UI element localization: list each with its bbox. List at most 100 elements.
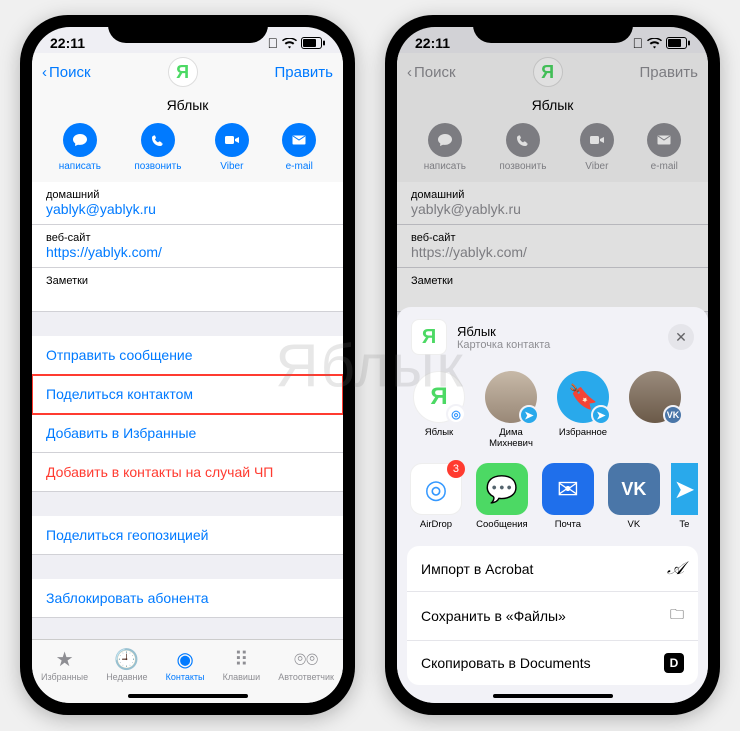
home-indicator[interactable] [128, 694, 248, 698]
share-app-messages[interactable]: 💬 Сообщения [473, 463, 531, 530]
video-icon [224, 132, 240, 148]
action-call: позвонить [499, 123, 546, 172]
avatar-initial: Я ◎ [413, 371, 465, 423]
contact-actions-row: написать позвонить Viber e-mail [397, 119, 708, 182]
battery-icon [301, 37, 325, 49]
wifi-icon [282, 38, 297, 49]
tab-favorites[interactable]: ★Избранные [41, 650, 88, 682]
signal-icon: 􀙇 [633, 35, 644, 51]
field-notes[interactable]: Заметки [32, 268, 343, 312]
share-person[interactable]: Я ◎ Яблык [407, 371, 471, 449]
notes-label: Заметки [46, 275, 329, 287]
messages-icon: 💬 [476, 463, 528, 515]
screen-right: 22:11 􀙇 ‹ Поиск Я Править Яблык написать… [397, 27, 708, 703]
signal-icon: 􀙇 [268, 35, 279, 51]
status-time: 22:11 [415, 35, 450, 51]
row-share-contact[interactable]: Поделиться контактом [32, 375, 343, 414]
field-email: домашний yablyk@yablyk.ru [397, 182, 708, 225]
row-block-caller[interactable]: Заблокировать абонента [32, 579, 343, 618]
field-website: веб-сайт https://yablyk.com/ [397, 225, 708, 268]
edit-button[interactable]: Править [274, 64, 333, 81]
voicemail-icon: ⌾⌾ [294, 650, 318, 670]
action-video: Viber [580, 123, 614, 172]
field-website[interactable]: веб-сайт https://yablyk.com/ [32, 225, 343, 268]
folder-icon: 🗀 [670, 604, 684, 628]
action-video[interactable]: Viber [215, 123, 249, 172]
row-share-location[interactable]: Поделиться геопозицией [32, 516, 343, 555]
share-people-row[interactable]: Я ◎ Яблык ➤ Дима Михневич 🔖 ➤ Избранное [397, 367, 708, 459]
action-call[interactable]: позвонить [134, 123, 181, 172]
action-save-files[interactable]: Сохранить в «Файлы» 🗀 [407, 592, 698, 641]
sheet-title: Яблык [457, 324, 550, 339]
nav-bar: ‹ Поиск Я Править [397, 53, 708, 93]
status-indicators: 􀙇 [268, 35, 326, 51]
sheet-actions-list: Импорт в Acrobat 𝒜 Сохранить в «Файлы» 🗀… [407, 546, 698, 685]
back-label: Поиск [414, 64, 456, 81]
airdrop-icon: ◎3 [410, 463, 462, 515]
avatar-photo: ➤ [485, 371, 537, 423]
mail-app-icon: ✉ [542, 463, 594, 515]
message-icon [72, 132, 88, 148]
row-add-favorites[interactable]: Добавить в Избранные [32, 414, 343, 453]
chevron-left-icon: ‹ [407, 64, 412, 81]
contact-name: Яблык [397, 93, 708, 119]
row-send-message[interactable]: Отправить сообщение [32, 336, 343, 375]
star-icon: ★ [56, 650, 74, 670]
telegram-badge-icon: ➤ [519, 405, 539, 425]
phone-left: 22:11 􀙇 ‹ Поиск Я Править Яблык написать… [20, 15, 355, 715]
telegram-icon: ➤ [671, 463, 698, 515]
field-label: веб-сайт [46, 232, 329, 244]
field-label: домашний [46, 189, 329, 201]
tab-keypad[interactable]: ⠿Клавиши [223, 650, 261, 682]
field-value: yablyk@yablyk.ru [46, 201, 329, 217]
nav-bar: ‹ Поиск Я Править [32, 53, 343, 93]
sheet-thumb-icon: Я [411, 319, 447, 355]
phone-icon [150, 132, 166, 148]
keypad-icon: ⠿ [234, 650, 249, 670]
sheet-header: Я Яблык Карточка контакта ✕ [397, 307, 708, 367]
back-button[interactable]: ‹ Поиск [42, 64, 91, 81]
share-apps-row[interactable]: ◎3 AirDrop 💬 Сообщения ✉ Почта VK VK ➤ [397, 459, 708, 540]
edit-button[interactable]: Править [639, 64, 698, 81]
notch [108, 15, 268, 43]
share-person[interactable]: 🔖 ➤ Избранное [551, 371, 615, 449]
share-app-partial[interactable]: ➤ Te [671, 463, 698, 530]
action-message[interactable]: написать [59, 123, 101, 172]
badge-count: 3 [447, 460, 465, 478]
battery-icon [666, 37, 690, 49]
action-copy-documents[interactable]: Скопировать в Documents D [407, 641, 698, 685]
vk-badge-icon: VK [663, 405, 683, 425]
row-add-emergency[interactable]: Добавить в контакты на случай ЧП [32, 453, 343, 492]
back-button[interactable]: ‹ Поиск [407, 64, 456, 81]
acrobat-icon: 𝒜 [667, 558, 684, 579]
tab-recents[interactable]: 🕘Недавние [106, 650, 147, 682]
share-person[interactable]: VK [623, 371, 687, 449]
telegram-badge-icon: ➤ [591, 405, 611, 425]
avatar-telegram-saved: 🔖 ➤ [557, 371, 609, 423]
close-button[interactable]: ✕ [668, 324, 694, 350]
home-indicator[interactable] [493, 694, 613, 698]
share-app-vk[interactable]: VK VK [605, 463, 663, 530]
sheet-subtitle: Карточка контакта [457, 339, 550, 351]
tab-voicemail[interactable]: ⌾⌾Автоответчик [278, 650, 334, 682]
wifi-icon [647, 38, 662, 49]
share-sheet: Я Яблык Карточка контакта ✕ Я ◎ Яблык ➤ [397, 307, 708, 703]
close-icon: ✕ [675, 329, 687, 346]
mail-icon [291, 132, 307, 148]
share-app-airdrop[interactable]: ◎3 AirDrop [407, 463, 465, 530]
action-import-acrobat[interactable]: Импорт в Acrobat 𝒜 [407, 546, 698, 592]
share-person[interactable]: ➤ Дима Михневич [479, 371, 543, 449]
documents-icon: D [664, 653, 684, 673]
status-time: 22:11 [50, 35, 85, 51]
contact-avatar-icon: Я [168, 57, 198, 87]
phone-right: 22:11 􀙇 ‹ Поиск Я Править Яблык написать… [385, 15, 720, 715]
action-email[interactable]: e-mail [282, 123, 316, 172]
field-value: https://yablyk.com/ [46, 244, 329, 260]
tab-contacts[interactable]: ◉Контакты [166, 650, 205, 682]
contact-avatar-icon: Я [533, 57, 563, 87]
contact-icon: ◉ [176, 650, 193, 670]
field-email[interactable]: домашний yablyk@yablyk.ru [32, 182, 343, 225]
screen-left: 22:11 􀙇 ‹ Поиск Я Править Яблык написать… [32, 27, 343, 703]
notch [473, 15, 633, 43]
share-app-mail[interactable]: ✉ Почта [539, 463, 597, 530]
